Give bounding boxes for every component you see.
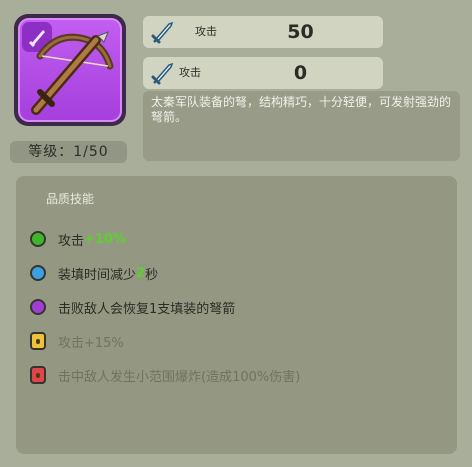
- sword-icon: [151, 21, 174, 44]
- padlock-icon: [30, 332, 46, 350]
- crossbow-graphic: [31, 31, 114, 115]
- stat-value: 50: [287, 21, 314, 43]
- skill-text: 击败敌人会恢复1支填装的弩箭: [58, 301, 236, 317]
- weapon-icon-frame: [14, 14, 126, 126]
- skill-dot-icon: [30, 265, 46, 281]
- skill-item-locked: 攻击+15%: [30, 330, 124, 352]
- skill-item: 装填时间减少 2 秒: [30, 262, 158, 284]
- stat-bar-attack: 攻击 50: [143, 16, 383, 48]
- skill-dot-icon: [30, 299, 46, 315]
- sword-icon: [151, 62, 174, 85]
- skill-item: 攻击 +10%: [30, 228, 126, 250]
- skill-text: 击中敌人发生小范围爆炸(造成100%伤害): [58, 369, 301, 385]
- weapon-level: 等级：1/50: [10, 141, 127, 163]
- stat-bar-attack-secondary: 攻击 0: [143, 57, 383, 89]
- panel-title: 品质技能: [46, 192, 95, 206]
- skill-text: 装填时间减少: [58, 267, 137, 283]
- crossbow-icon: [18, 18, 122, 122]
- skill-dot-icon: [30, 231, 46, 247]
- skill-highlight: 2: [136, 265, 146, 281]
- skill-highlight: +10%: [84, 231, 127, 247]
- stat-label: 攻击: [179, 66, 201, 79]
- skill-text: 攻击: [58, 233, 85, 249]
- skill-item-locked: 击中敌人发生小范围爆炸(造成100%伤害): [30, 364, 300, 386]
- skill-suffix: 秒: [145, 267, 159, 283]
- weapon-description: 太秦军队装备的弩，结构精巧，十分轻便，可发射强劲的弩箭。: [143, 91, 460, 161]
- stat-value: 0: [293, 62, 308, 84]
- skill-text: 攻击+15%: [58, 335, 124, 351]
- stat-label: 攻击: [195, 25, 217, 38]
- quality-skills-panel: 品质技能 攻击 +10% 装填时间减少 2 秒 击败敌人会恢复1支填装的弩箭 攻…: [16, 176, 457, 454]
- skill-item: 击败敌人会恢复1支填装的弩箭: [30, 296, 235, 318]
- padlock-icon: [30, 366, 46, 384]
